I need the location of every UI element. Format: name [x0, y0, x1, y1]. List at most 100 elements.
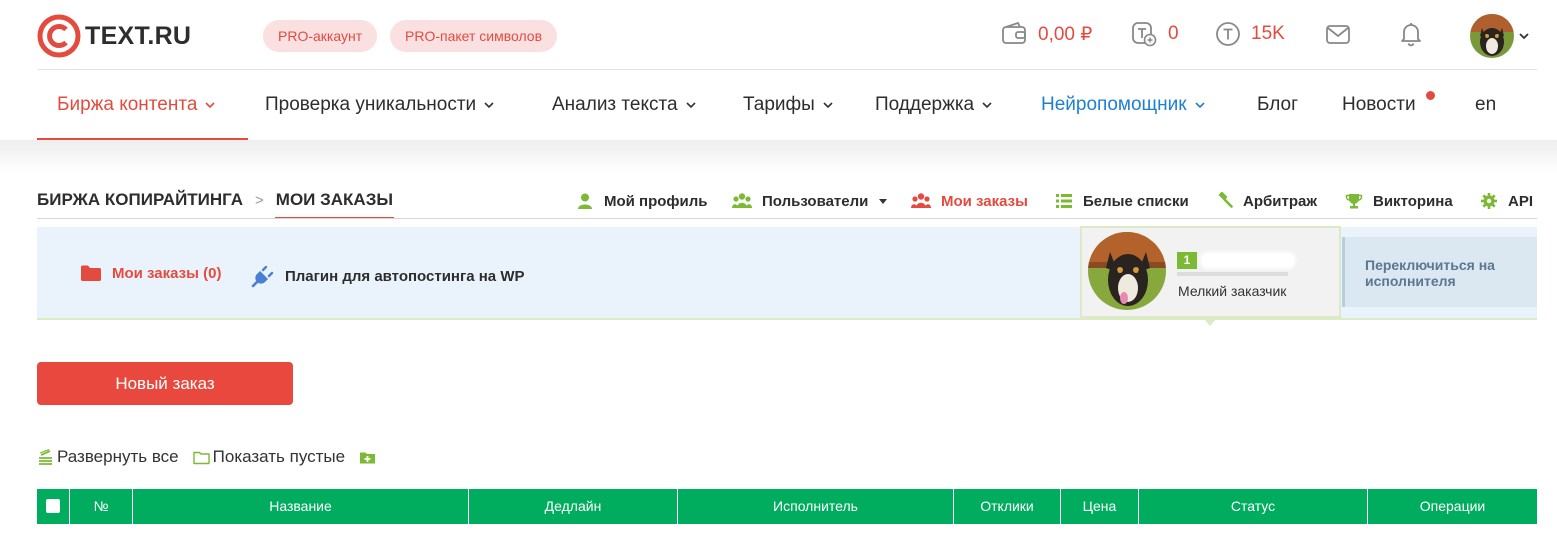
column-header-deadline[interactable]: Дедлайн	[469, 489, 678, 524]
stack-icon	[39, 448, 52, 465]
tplus-widget[interactable]: 0	[1130, 18, 1179, 50]
breadcrumb-current: МОИ ЗАКАЗЫ	[274, 190, 395, 219]
subnav-whitelists[interactable]: Белые списки	[1055, 190, 1189, 212]
expand-all-button[interactable]: Развернуть все	[37, 447, 179, 467]
bell-icon	[1401, 23, 1421, 47]
folder-icon	[81, 265, 101, 281]
chevron-down-icon	[823, 102, 833, 109]
subnav-label: Мой профиль	[604, 192, 708, 210]
nav-uniqueness-check[interactable]: Проверка уникальности	[265, 70, 494, 140]
column-header-price[interactable]: Цена	[1061, 489, 1139, 524]
plug-icon	[251, 265, 274, 288]
user-menu[interactable]	[1470, 14, 1530, 58]
wp-plugin-label: Плагин для автопостинга на WP	[285, 267, 525, 285]
subnav-label: Пользователи	[762, 192, 869, 210]
gear-icon	[1481, 193, 1497, 209]
panel-border	[37, 318, 1537, 320]
breadcrumb-root[interactable]: БИРЖА КОПИРАЙТИНГА	[37, 190, 243, 210]
mail-icon	[1326, 25, 1350, 44]
main-navigation: Биржа контента Проверка уникальности Ана…	[0, 70, 1557, 140]
users-icon	[911, 193, 931, 208]
avatar	[1088, 232, 1166, 310]
trophy-icon	[1345, 194, 1363, 209]
news-unread-dot	[1426, 91, 1435, 100]
breadcrumb: БИРЖА КОПИРАЙТИНГА > МОИ ЗАКАЗЫ	[37, 190, 395, 219]
select-all-cell	[37, 489, 70, 524]
caret-down-icon	[879, 199, 888, 204]
wallet-icon	[1002, 21, 1026, 44]
wp-plugin-link[interactable]: Плагин для автопостинга на WP	[251, 264, 524, 288]
subnav-label: Мои заказы	[941, 192, 1028, 210]
t-plus-icon	[1132, 22, 1157, 47]
orders-table-header: № Название Дедлайн Исполнитель Отклики Ц…	[37, 489, 1537, 524]
subnav-label: API	[1508, 192, 1534, 210]
subnav-my-orders[interactable]: Мои заказы	[911, 190, 1028, 212]
subnav-users[interactable]: Пользователи	[732, 190, 888, 212]
select-all-checkbox[interactable]	[46, 499, 60, 514]
chevron-right-icon: >	[255, 191, 264, 209]
logo-text: TEXT.RU	[85, 21, 192, 50]
show-empty-label: Показать пустые	[212, 447, 346, 466]
my-orders-link[interactable]: Мои заказы (0)	[80, 264, 221, 282]
nav-label: Биржа контента	[57, 94, 198, 115]
nav-text-analysis[interactable]: Анализ текста	[552, 70, 696, 140]
my-orders-label: Мои заказы (0)	[112, 264, 222, 282]
nav-label: Анализ текста	[552, 94, 678, 115]
nav-shadow	[0, 140, 1557, 174]
subnav-label: Викторина	[1373, 192, 1453, 210]
profile-card-pointer	[1203, 318, 1217, 326]
top-header: TEXT.RU PRO-аккаунт PRO-пакет символов 0…	[0, 0, 1557, 70]
nav-blog[interactable]: Блог	[1257, 70, 1298, 140]
folder-plus-icon	[360, 452, 376, 463]
add-folder-button[interactable]	[359, 449, 376, 466]
orders-toolbar: Развернуть все Показать пустые	[37, 447, 376, 467]
gavel-icon	[1218, 192, 1233, 208]
nav-label: Проверка уникальности	[265, 94, 477, 115]
level-badge: 1	[1177, 252, 1197, 269]
subnav-quiz[interactable]: Викторина	[1345, 190, 1453, 212]
chevron-down-icon	[685, 102, 696, 109]
chevron-down-icon	[205, 102, 215, 109]
site-logo[interactable]: TEXT.RU	[37, 14, 191, 58]
customer-role: Мелкий заказчик	[1178, 283, 1287, 299]
subnav-profile[interactable]: Мой профиль	[576, 190, 708, 212]
nav-label: Блог	[1257, 94, 1299, 115]
messages-button[interactable]	[1324, 19, 1352, 51]
column-header-number[interactable]: №	[70, 489, 133, 524]
nav-content-exchange[interactable]: Биржа контента	[57, 70, 215, 140]
column-header-status[interactable]: Статус	[1139, 489, 1368, 524]
expand-all-label: Развернуть все	[57, 447, 179, 466]
nav-language[interactable]: en	[1475, 70, 1496, 140]
nav-label: Тарифы	[743, 94, 815, 115]
balance-widget[interactable]: 0,00 ₽	[1000, 18, 1092, 50]
show-empty-button[interactable]: Показать пустые	[192, 447, 346, 467]
nav-news[interactable]: Новости	[1342, 70, 1416, 140]
user-icon	[578, 193, 592, 209]
nav-label: Поддержка	[875, 94, 975, 115]
column-header-responses[interactable]: Отклики	[954, 489, 1061, 524]
level-progress-bar	[1177, 272, 1288, 276]
subnav-api[interactable]: API	[1480, 190, 1533, 212]
nav-label: en	[1475, 94, 1497, 115]
nav-tariffs[interactable]: Тарифы	[743, 70, 833, 140]
symbols-widget[interactable]: 15K	[1215, 18, 1285, 50]
profile-card[interactable]: 1 Мелкий заказчик	[1080, 226, 1341, 318]
pro-pack-button[interactable]: PRO-пакет символов	[390, 20, 558, 52]
list-icon	[1056, 194, 1072, 208]
column-header-title[interactable]: Название	[133, 489, 469, 524]
subnav-divider	[37, 218, 1537, 219]
chevron-down-icon	[982, 102, 992, 109]
t-icon	[1216, 22, 1240, 46]
pro-account-button[interactable]: PRO-аккаунт	[263, 20, 378, 52]
subnav-arbitration[interactable]: Арбитраж	[1215, 190, 1317, 212]
nav-label: Новости	[1342, 94, 1416, 115]
switch-to-performer-button[interactable]: Переключиться на исполнителя	[1342, 237, 1537, 307]
symbols-value: 15K	[1251, 23, 1285, 44]
column-header-performer[interactable]: Исполнитель	[678, 489, 954, 524]
new-order-button[interactable]: Новый заказ	[37, 362, 293, 405]
nav-support[interactable]: Поддержка	[875, 70, 992, 140]
notifications-button[interactable]	[1398, 18, 1424, 50]
subnav-label: Белые списки	[1083, 192, 1189, 210]
nav-neuro-assistant[interactable]: Нейропомощник	[1041, 70, 1205, 140]
column-header-operations: Операции	[1419, 498, 1486, 514]
